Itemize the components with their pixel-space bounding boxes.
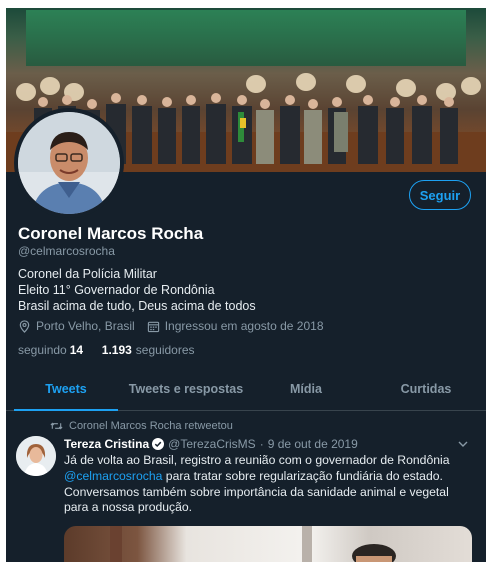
profile-avatar[interactable]: [18, 112, 120, 214]
calendar-icon: [147, 321, 159, 332]
location-icon: [19, 319, 30, 333]
bio-line: Coronel da Polícia Militar: [18, 267, 157, 281]
profile-joined: Ingressou em agosto de 2018: [164, 319, 324, 333]
chevron-down-icon[interactable]: [458, 440, 468, 448]
retweet-icon: [50, 422, 63, 430]
tweet-separator: ·: [259, 437, 264, 451]
tab-tweets-and-replies[interactable]: Tweets e respostas: [126, 368, 246, 410]
tab-media[interactable]: Mídia: [246, 368, 366, 410]
following-link[interactable]: seguindo 14: [18, 343, 87, 357]
tweet-author-name[interactable]: Tereza Cristina: [64, 437, 149, 451]
tweet-author-avatar[interactable]: [16, 436, 56, 476]
tweet-author-handle[interactable]: @TerezaCrisMS: [168, 437, 256, 451]
tweet-media-photo: [110, 526, 396, 562]
bio-line: Eleito 11° Governador de Rondônia: [18, 283, 215, 297]
avatar-photo: [18, 112, 120, 214]
profile-bio: Coronel da Polícia Militar Eleito 11° Go…: [18, 266, 256, 314]
following-label: seguindo: [18, 343, 67, 357]
tweet-mention-link[interactable]: @celmarcosrocha: [64, 469, 162, 483]
tweet-text-part: Conversamos também sobre importância da …: [64, 484, 449, 515]
profile-tabs: Tweets Tweets e respostas Mídia Curtidas: [6, 368, 486, 411]
verified-icon: [152, 438, 165, 450]
profile-location: Porto Velho, Brasil: [36, 319, 135, 333]
profile-name: Coronel Marcos Rocha: [18, 224, 204, 243]
followers-count: 1.193: [101, 343, 132, 357]
tweet-date[interactable]: 9 de out de 2019: [268, 437, 358, 451]
tab-tweets[interactable]: Tweets: [6, 368, 126, 411]
tweet-text: Já de volta ao Brasil, registro a reuniã…: [64, 453, 474, 516]
tweet[interactable]: Coronel Marcos Rocha retweetou Tereza Cr…: [6, 412, 486, 562]
retweet-note-text: Coronel Marcos Rocha retweetou: [69, 420, 233, 432]
followers-label: seguidores: [135, 343, 195, 357]
author-photo: [16, 436, 56, 476]
follow-button[interactable]: Seguir: [409, 180, 471, 210]
banner-backdrop: [26, 10, 466, 66]
tweet-header: Tereza Cristina @TerezaCrisMS · 9 de out…: [64, 437, 358, 451]
tab-likes[interactable]: Curtidas: [366, 368, 486, 410]
bio-line: Brasil acima de tudo, Deus acima de todo…: [18, 299, 256, 313]
profile-handle: @celmarcosrocha: [18, 244, 115, 258]
tweet-text-part: Já de volta ao Brasil, registro a reuniã…: [64, 453, 450, 467]
tweet-media[interactable]: [64, 526, 472, 562]
profile-meta: Porto Velho, Brasil Ingressou em agosto …: [18, 319, 324, 333]
profile-page: Seguir Coronel Marcos Rocha @celmarcosro…: [6, 8, 486, 562]
following-count: 14: [69, 343, 84, 357]
retweet-note: Coronel Marcos Rocha retweetou: [50, 420, 233, 432]
profile-counts: seguindo 14 1.193 seguidores: [18, 343, 195, 357]
followers-link[interactable]: 1.193 seguidores: [102, 343, 195, 357]
tweet-text-part: para tratar sobre regularização fundiári…: [162, 468, 443, 483]
